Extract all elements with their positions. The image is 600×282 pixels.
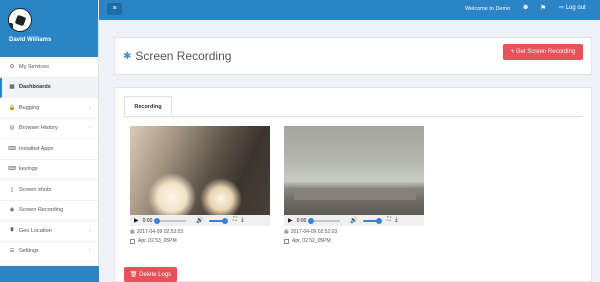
recording-select-row: Apr, 02 53_05PM xyxy=(130,238,270,244)
volume-slider[interactable] xyxy=(208,217,228,224)
volume-slider[interactable] xyxy=(362,217,382,224)
sidebar-item-installed-apps[interactable]: ⌨ Installed Apps xyxy=(0,139,98,160)
sidebar-item-label: Bugging xyxy=(19,104,40,111)
recording-datetime-text: 2017-04-09 02:53:03 xyxy=(136,229,184,235)
sidebar-item-dashboards[interactable]: ▦ Dashboards xyxy=(0,77,98,98)
recording-datetime-text: 2017-04-09 02:52:03 xyxy=(290,229,338,235)
bug-icon: ✱ xyxy=(123,50,132,62)
chevron-left-icon: ‹ xyxy=(89,104,91,111)
sidebar-item-settings[interactable]: ☰ Settings ‹ xyxy=(0,242,98,262)
video-player[interactable] xyxy=(130,126,270,215)
welcome-text: Welcome to Demo xyxy=(465,6,511,12)
sidebar-item-bugging[interactable]: 🔒 Bugging ‹ xyxy=(0,98,98,119)
username: David Williams xyxy=(9,37,52,43)
get-screen-recording-button[interactable]: + Get Screen Recording xyxy=(503,44,583,60)
volume-icon[interactable]: 🔊 xyxy=(350,217,357,224)
download-icon[interactable]: ⤓ xyxy=(241,217,244,224)
video-player[interactable] xyxy=(284,126,424,215)
chevron-left-icon: ‹ xyxy=(89,248,91,255)
page-header-card: ✱ Screen Recording + Get Screen Recordin… xyxy=(114,37,592,75)
video-controls: ▶ 0:00 🔊 ⛶ ⤓ xyxy=(284,215,424,226)
seek-slider[interactable] xyxy=(154,217,187,224)
recording-datetime: ▦ 2017-04-09 02:53:03 xyxy=(130,229,270,235)
sidebar-item-label: Installed Apps xyxy=(19,145,54,152)
recording-card: ▶ 0:00 🔊 ⛶ ⤓ ▦ 2017-04-09 02:52:03 Apr, … xyxy=(284,126,424,244)
sidebar-item-label: Settings xyxy=(19,248,39,255)
calendar-icon: ▦ xyxy=(284,229,289,235)
recordings-panel: Recording ▶ 0:00 🔊 ⛶ ⤓ ▦ 2017-04-09 02:5… xyxy=(114,87,592,282)
sidebar-item-geo-location[interactable]: ⬮ Geo Location ‹ xyxy=(0,221,98,242)
recording-select-row: Apr, 02 52_05PM xyxy=(284,238,424,244)
fullscreen-icon[interactable]: ⛶ xyxy=(233,217,237,224)
play-icon[interactable]: ▶ xyxy=(288,217,293,224)
delete-logs-button[interactable]: 🗑 Delete Logs xyxy=(124,267,177,282)
seek-knob[interactable] xyxy=(154,217,161,224)
recording-name: Apr, 02 53_05PM xyxy=(138,238,177,244)
menu-toggle-button[interactable]: ≡ xyxy=(107,3,122,15)
logout-icon: ⇨ xyxy=(559,5,565,11)
record-icon: ◉ xyxy=(9,207,15,214)
logout-link[interactable]: ⇨ Log out xyxy=(559,4,586,11)
globe-icon: ◍ xyxy=(9,125,15,132)
sidebar: David Williams ⚙ My Services ▦ Dashboard… xyxy=(0,0,99,282)
sidebar-item-label: Dashboards xyxy=(19,84,51,91)
download-icon[interactable]: ⤓ xyxy=(395,217,398,224)
tab-divider xyxy=(124,116,582,117)
seek-slider[interactable] xyxy=(308,217,341,224)
video-controls: ▶ 0:00 🔊 ⛶ ⤓ xyxy=(130,215,270,226)
sidebar-item-label: My Services xyxy=(19,63,49,70)
page-title-text: Screen Recording xyxy=(135,49,232,63)
sidebar-item-label: Geo Location xyxy=(19,227,52,234)
gear-icon: ⚙ xyxy=(9,63,15,70)
chevron-left-icon: ‹ xyxy=(89,125,91,132)
sidebar-item-browser-history[interactable]: ◍ Browser History ‹ xyxy=(0,119,98,139)
page-title: ✱ Screen Recording xyxy=(123,49,231,63)
chevron-left-icon: ‹ xyxy=(89,227,91,234)
sidebar-item-label: Screen Recording xyxy=(19,207,64,214)
logout-label: Log out xyxy=(565,5,586,11)
seek-knob[interactable] xyxy=(308,217,315,224)
top-bar: ≡ Welcome to Demo ☻ ⚑ ⇨ Log out xyxy=(99,0,600,20)
volume-knob[interactable] xyxy=(375,217,382,224)
sidebar-item-screen-recording[interactable]: ◉ Screen Recording xyxy=(0,201,98,221)
keyboard-icon: ⌨ xyxy=(8,145,16,152)
recording-checkbox[interactable] xyxy=(284,238,289,244)
calendar-icon: ▦ xyxy=(130,229,135,235)
sidebar-item-label: keylogs xyxy=(19,166,38,173)
time-display: 0:00 xyxy=(296,217,307,224)
lock-icon: 🔒 xyxy=(8,104,16,111)
keyboard-icon: ⌨ xyxy=(8,166,16,173)
grid-icon: ▦ xyxy=(9,84,15,91)
recording-datetime: ▦ 2017-04-09 02:52:03 xyxy=(284,229,424,235)
tab-recording[interactable]: Recording xyxy=(124,96,172,117)
file-icon: ▯ xyxy=(10,186,14,193)
recording-name: Apr, 02 52_05PM xyxy=(292,238,331,244)
profile-panel: David Williams xyxy=(0,0,98,57)
sliders-icon: ☰ xyxy=(9,248,15,255)
time-display: 0:00 xyxy=(142,217,153,224)
bell-icon[interactable]: ⚑ xyxy=(540,4,546,12)
play-icon[interactable]: ▶ xyxy=(134,217,139,224)
sidebar-item-label: Browser History xyxy=(19,125,58,132)
sidebar-item-screen-shots[interactable]: ▯ Screen shots xyxy=(0,180,98,201)
sidebar-item-keylogs[interactable]: ⌨ keylogs xyxy=(0,160,98,180)
map-pin-icon: ⬮ xyxy=(10,227,14,234)
sidebar-footer xyxy=(0,266,99,282)
recording-checkbox[interactable] xyxy=(130,238,135,244)
recording-card: ▶ 0:00 🔊 ⛶ ⤓ ▦ 2017-04-09 02:53:03 Apr, … xyxy=(130,126,270,244)
user-icon[interactable]: ☻ xyxy=(522,4,529,11)
volume-icon[interactable]: 🔊 xyxy=(196,217,203,224)
sidebar-item-label: Screen shots xyxy=(19,186,52,193)
sidebar-item-my-services[interactable]: ⚙ My Services xyxy=(0,57,98,78)
fullscreen-icon[interactable]: ⛶ xyxy=(387,217,391,224)
volume-knob[interactable] xyxy=(221,217,228,224)
avatar[interactable] xyxy=(8,8,32,32)
